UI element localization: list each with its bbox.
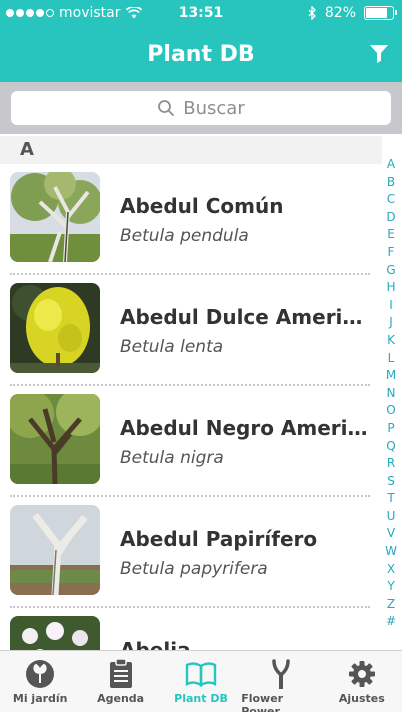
search-input[interactable]: Buscar — [11, 91, 391, 125]
index-letter[interactable]: X — [387, 561, 395, 579]
plant-name: Abelia — [120, 638, 191, 650]
index-letter[interactable]: # — [386, 613, 396, 631]
plant-name: Abedul Dulce Americano — [120, 305, 370, 329]
plant-scientific-name: Betula nigra — [120, 448, 224, 468]
index-letter[interactable]: K — [387, 332, 395, 350]
navigation-bar: Plant DB — [0, 28, 402, 82]
tab-label: Mi jardín — [12, 692, 68, 705]
index-letter[interactable]: G — [386, 262, 395, 280]
tab-label: Agenda — [97, 692, 145, 705]
plant-photo-river-birch — [10, 394, 100, 484]
plant-photo-paper-birch — [10, 505, 100, 595]
section-header: A — [0, 136, 382, 164]
index-letter[interactable]: M — [386, 367, 396, 385]
list-item[interactable]: Abelia — [0, 608, 380, 650]
search-placeholder: Buscar — [183, 97, 245, 119]
search-area: Buscar — [0, 82, 402, 134]
index-letter[interactable]: D — [386, 209, 395, 227]
plant-list: Abedul Común Betula pendula Abedul Dulce… — [0, 164, 380, 650]
index-letter[interactable]: S — [387, 473, 395, 491]
index-letter[interactable]: F — [388, 244, 395, 262]
index-letter[interactable]: O — [386, 402, 395, 420]
plant-name: Abedul Papirífero — [120, 527, 318, 551]
list-item[interactable]: Abedul Papirífero Betula papyrifera — [0, 497, 380, 608]
index-letter[interactable]: W — [385, 543, 397, 561]
index-letter[interactable]: P — [387, 420, 394, 438]
plant-photo-birch — [10, 172, 100, 262]
list-item[interactable]: Abedul Dulce Americano Betula lenta — [0, 275, 380, 386]
index-letter[interactable]: N — [387, 385, 396, 403]
index-letter[interactable]: L — [388, 350, 395, 368]
filter-icon[interactable] — [368, 42, 390, 64]
index-letter[interactable]: E — [387, 226, 395, 244]
list-item[interactable]: Abedul Negro Americano Betula nigra — [0, 386, 380, 497]
plant-scientific-name: Betula papyrifera — [120, 559, 268, 579]
battery-percent: 82% — [324, 5, 356, 21]
alphabet-index[interactable]: A B C D E F G H I J K L M N O P Q R S T U V W X Y Z # — [380, 156, 402, 631]
plant-name: Abedul Negro Americano — [120, 416, 370, 440]
index-letter[interactable]: Z — [387, 596, 395, 614]
index-letter[interactable]: R — [387, 455, 395, 473]
tab-agenda[interactable]: Agenda — [80, 651, 160, 712]
status-right: 82% — [308, 5, 397, 21]
plant-badge-icon — [24, 659, 56, 689]
page-title: Plant DB — [147, 42, 255, 67]
tab-plant-db[interactable]: Plant DB — [161, 651, 241, 712]
open-book-icon — [185, 659, 217, 689]
index-letter[interactable]: J — [389, 314, 393, 332]
tab-label: Flower Power — [241, 692, 284, 712]
tab-ajustes[interactable]: Ajustes — [322, 651, 402, 712]
clipboard-icon — [105, 659, 137, 689]
sensor-icon — [265, 659, 297, 689]
index-letter[interactable]: U — [387, 508, 396, 526]
tab-bar: Mi jardín Agenda Plant DB Flower Power A… — [0, 650, 402, 712]
index-letter[interactable]: Q — [386, 438, 395, 456]
search-icon — [158, 100, 175, 117]
index-letter[interactable]: B — [387, 174, 395, 192]
status-bar: movistar 13:51 82% — [0, 0, 402, 28]
tab-label: Ajustes — [338, 692, 385, 705]
index-letter[interactable]: T — [387, 490, 394, 508]
bluetooth-icon — [308, 6, 316, 20]
plant-photo-abelia — [10, 616, 100, 650]
plant-scientific-name: Betula pendula — [120, 226, 249, 246]
index-letter[interactable]: A — [387, 156, 395, 174]
tab-flower-power[interactable]: Flower Power — [241, 651, 321, 712]
gear-icon — [346, 659, 378, 689]
index-letter[interactable]: Y — [387, 578, 394, 596]
tab-label: Plant DB — [174, 692, 228, 705]
plant-scientific-name: Betula lenta — [120, 337, 224, 357]
plant-photo-yellow-birch — [10, 283, 100, 373]
index-letter[interactable]: C — [387, 191, 395, 209]
list-item[interactable]: Abedul Común Betula pendula — [0, 164, 380, 275]
index-letter[interactable]: I — [389, 297, 393, 315]
plant-name: Abedul Común — [120, 194, 284, 218]
index-letter[interactable]: V — [387, 525, 395, 543]
index-letter[interactable]: H — [386, 279, 395, 297]
battery-icon — [364, 6, 397, 20]
tab-mi-jardin[interactable]: Mi jardín — [0, 651, 80, 712]
